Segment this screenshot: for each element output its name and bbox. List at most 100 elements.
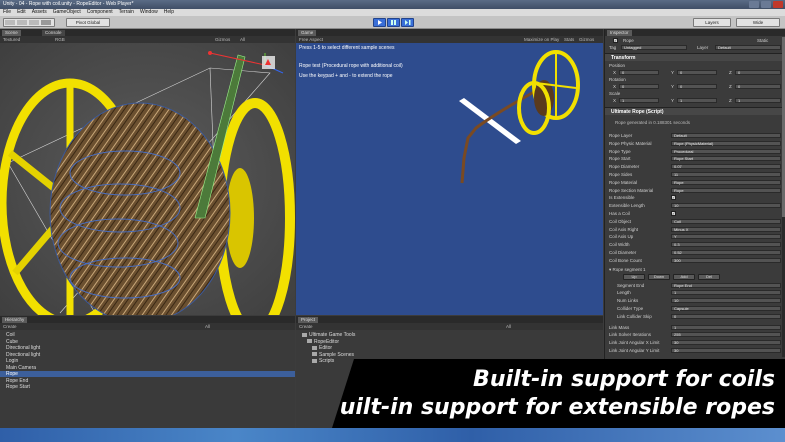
color-mode-dropdown[interactable]: RGB xyxy=(55,36,65,43)
menu-terrain[interactable]: Terrain xyxy=(119,9,134,16)
script-header[interactable]: Ultimate Rope (Script) xyxy=(605,107,785,115)
game-viewport[interactable]: Press 1-5 to select different sample sce… xyxy=(296,43,603,315)
property-field[interactable]: 1 xyxy=(671,290,781,296)
property-label: Coil Axis Up xyxy=(609,234,634,240)
segment-down-button[interactable]: Down xyxy=(648,273,670,280)
property-field[interactable]: Rope xyxy=(671,179,781,185)
project-folder[interactable]: Ultimate Game Tools xyxy=(302,332,355,338)
segment-add-button[interactable]: Add xyxy=(673,273,695,280)
property-checkbox[interactable]: ✓ xyxy=(671,211,676,216)
menu-help[interactable]: Help xyxy=(164,9,174,16)
project-search[interactable]: All xyxy=(506,323,511,330)
property-field[interactable]: 10 xyxy=(671,298,781,304)
position-z[interactable]: 0 xyxy=(735,70,781,75)
hierarchy-item[interactable]: Coil xyxy=(6,332,15,338)
pause-button[interactable] xyxy=(387,18,400,27)
property-field[interactable]: 10 xyxy=(671,203,781,209)
property-field[interactable]: 0.3 xyxy=(671,242,781,248)
hierarchy-item[interactable]: Rope End xyxy=(6,378,28,384)
property-field[interactable]: 0 xyxy=(671,313,781,319)
property-checkbox[interactable]: ✓ xyxy=(671,195,676,201)
transform-header[interactable]: Transform xyxy=(605,53,785,61)
property-field[interactable]: Capsule xyxy=(671,306,781,311)
property-field[interactable]: 1 xyxy=(671,324,781,330)
property-field[interactable]: Default xyxy=(671,133,781,138)
property-field[interactable]: Rope End xyxy=(671,282,781,288)
property-field[interactable]: 0.52 xyxy=(671,250,781,255)
property-field[interactable]: Rope Start xyxy=(671,156,781,162)
property-field[interactable]: 0.07 xyxy=(671,164,781,170)
menu-file[interactable]: File xyxy=(3,9,11,16)
game-gizmos-toggle[interactable]: Gizmos xyxy=(579,36,594,43)
minimize-icon[interactable] xyxy=(749,1,759,8)
menu-gameobject[interactable]: GameObject xyxy=(53,9,81,16)
scale-y[interactable]: 1 xyxy=(677,98,717,103)
hierarchy-item[interactable]: Directional light xyxy=(6,345,40,351)
menu-assets[interactable]: Assets xyxy=(32,9,47,16)
rotation-y[interactable]: 0 xyxy=(677,84,717,89)
segment-header[interactable]: ▾ Rope segment 1 xyxy=(607,266,781,273)
property-label: Rope Start xyxy=(609,156,631,162)
property-field[interactable]: Rope xyxy=(671,187,781,193)
segment-up-button[interactable]: Up xyxy=(623,273,645,280)
maximize-on-play-toggle[interactable]: Maximize on Play xyxy=(524,36,559,43)
project-folder[interactable]: RopeEditor xyxy=(307,339,339,345)
tab-inspector[interactable]: Inspector xyxy=(607,30,632,36)
property-field[interactable]: Coil xyxy=(671,218,781,224)
position-row: X0 Y0 Z0 xyxy=(607,69,781,76)
rotation-x[interactable]: 0 xyxy=(619,84,659,89)
property-field[interactable]: 30 xyxy=(671,348,781,353)
property-field[interactable]: Procedural xyxy=(671,148,781,154)
menu-window[interactable]: Window xyxy=(140,9,158,16)
tag-dropdown[interactable]: Untagged xyxy=(621,45,687,50)
segment-del-button[interactable]: Del xyxy=(698,273,720,280)
active-checkbox[interactable]: ✓ xyxy=(613,38,618,43)
property-label: Extensible Length xyxy=(609,203,645,209)
property-field[interactable]: Minus X xyxy=(671,226,781,232)
maximize-icon[interactable] xyxy=(761,1,771,8)
property-label: Rope Section Material xyxy=(609,187,654,193)
hierarchy-item[interactable]: Rope xyxy=(0,371,295,377)
property-field[interactable]: Rope (PhysicMaterial) xyxy=(671,140,781,146)
hierarchy-item[interactable]: Login xyxy=(6,358,18,364)
project-create-dropdown[interactable]: Create xyxy=(299,324,313,329)
create-dropdown[interactable]: Create xyxy=(3,324,17,329)
close-icon[interactable] xyxy=(773,1,783,8)
object-name[interactable]: Rope xyxy=(623,37,634,44)
layer-dropdown[interactable]: Default xyxy=(715,45,781,50)
step-button[interactable] xyxy=(401,18,414,27)
aspect-dropdown[interactable]: Free Aspect xyxy=(299,37,323,42)
property-field[interactable]: 300 xyxy=(671,257,781,263)
gizmos-dropdown[interactable]: Gizmos xyxy=(215,36,230,43)
scale-z[interactable]: 1 xyxy=(735,98,781,103)
play-button[interactable] xyxy=(373,18,386,27)
layout-dropdown[interactable]: Wide xyxy=(736,18,780,27)
pivot-toggle[interactable]: Pivot Global xyxy=(66,18,110,27)
hierarchy-item[interactable]: Main Camera xyxy=(6,365,36,371)
menu-component[interactable]: Component xyxy=(87,9,113,16)
property-field[interactable]: Y xyxy=(671,234,781,240)
hierarchy-item[interactable]: Cube xyxy=(6,339,18,345)
scene-viewport[interactable] xyxy=(0,43,295,315)
rotation-z[interactable]: 0 xyxy=(735,84,781,89)
transform-tools[interactable] xyxy=(3,18,55,27)
hierarchy-item[interactable]: Directional light xyxy=(6,352,40,358)
hierarchy-item[interactable]: Rope Start xyxy=(6,384,30,390)
render-mode-dropdown[interactable]: Textured xyxy=(3,37,20,42)
layers-dropdown[interactable]: Layers xyxy=(693,18,731,27)
property-field[interactable]: 30 xyxy=(671,340,781,346)
project-folder[interactable]: Sample Scenes xyxy=(312,352,354,358)
property-field[interactable]: 11 xyxy=(671,172,781,177)
hierarchy-search[interactable]: All xyxy=(205,323,210,330)
scale-row: X1 Y1 Z1 xyxy=(607,97,781,104)
property-field[interactable]: 255 xyxy=(671,332,781,338)
position-y[interactable]: 0 xyxy=(677,70,717,75)
stats-toggle[interactable]: Stats xyxy=(564,36,574,43)
scale-x[interactable]: 1 xyxy=(619,98,659,103)
project-folder[interactable]: Editor xyxy=(312,345,332,351)
menu-edit[interactable]: Edit xyxy=(17,9,26,16)
project-folder[interactable]: Scripts xyxy=(312,358,334,364)
position-x[interactable]: 0 xyxy=(619,70,659,75)
static-checkbox[interactable]: Static xyxy=(757,37,768,44)
scene-search[interactable]: All xyxy=(240,36,245,43)
